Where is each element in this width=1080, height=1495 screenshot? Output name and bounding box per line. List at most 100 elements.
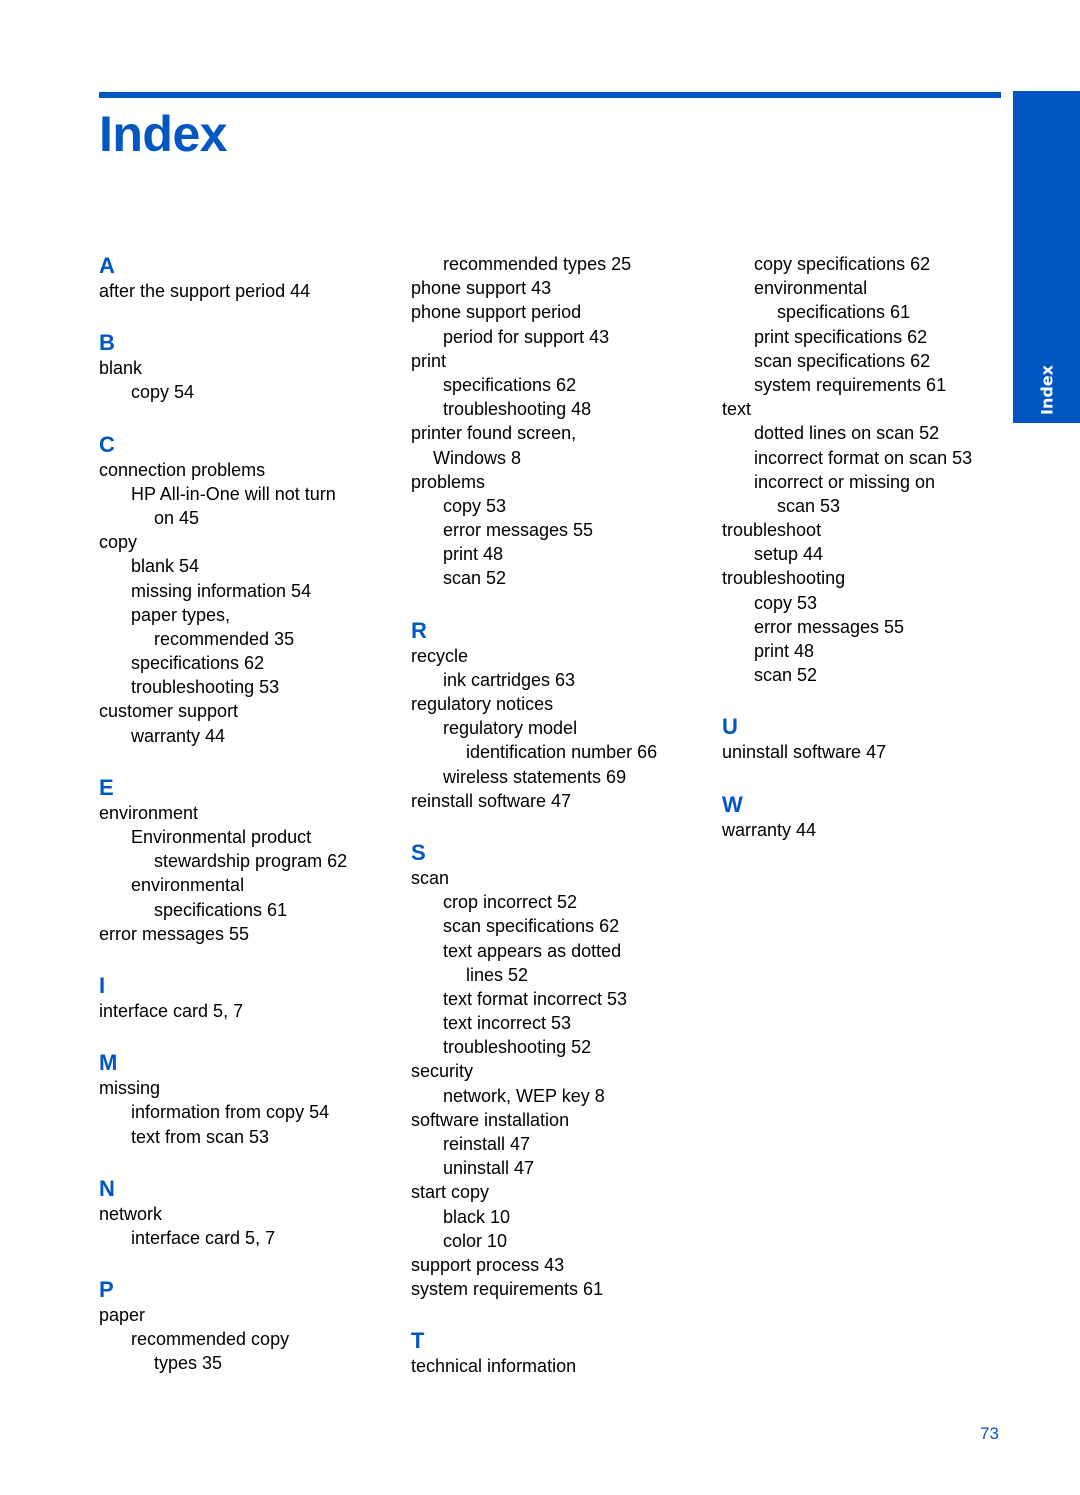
- index-entry[interactable]: phone support period: [411, 300, 711, 324]
- index-subentry[interactable]: specifications 61: [722, 300, 1022, 324]
- index-entry[interactable]: after the support period 44: [99, 279, 399, 303]
- section-letter: U: [722, 714, 738, 740]
- index-entry[interactable]: connection problems: [99, 458, 399, 482]
- index-subentry[interactable]: text format incorrect 53: [411, 987, 711, 1011]
- index-entry[interactable]: interface card 5, 7: [99, 999, 399, 1023]
- index-subentry[interactable]: Environmental product: [99, 825, 399, 849]
- index-entry[interactable]: troubleshoot: [722, 518, 1022, 542]
- index-subentry[interactable]: error messages 55: [411, 518, 711, 542]
- section-letter: B: [99, 330, 115, 356]
- index-subentry[interactable]: scan specifications 62: [411, 914, 711, 938]
- index-subentry[interactable]: information from copy 54: [99, 1100, 399, 1124]
- index-subentry[interactable]: warranty 44: [99, 724, 399, 748]
- index-subentry[interactable]: crop incorrect 52: [411, 890, 711, 914]
- section-letter: M: [99, 1050, 118, 1076]
- index-subentry[interactable]: paper types,: [99, 603, 399, 627]
- index-subentry[interactable]: network, WEP key 8: [411, 1084, 711, 1108]
- index-entry[interactable]: software installation: [411, 1108, 711, 1132]
- index-subentry[interactable]: blank 54: [99, 554, 399, 578]
- index-subentry[interactable]: uninstall 47: [411, 1156, 711, 1180]
- section-letter: T: [411, 1328, 425, 1354]
- index-subentry[interactable]: copy specifications 62: [722, 252, 1022, 276]
- index-subentry[interactable]: troubleshooting 52: [411, 1035, 711, 1059]
- section-letter: P: [99, 1277, 114, 1303]
- index-subentry[interactable]: copy 53: [722, 591, 1022, 615]
- index-subentry[interactable]: text appears as dotted: [411, 939, 711, 963]
- index-subentry[interactable]: troubleshooting 53: [99, 675, 399, 699]
- index-subentry[interactable]: dotted lines on scan 52: [722, 421, 1022, 445]
- index-subentry[interactable]: interface card 5, 7: [99, 1226, 399, 1250]
- index-entry[interactable]: system requirements 61: [411, 1277, 711, 1301]
- index-subentry[interactable]: system requirements 61: [722, 373, 1022, 397]
- index-subentry[interactable]: scan 52: [411, 566, 711, 590]
- index-entry[interactable]: copy: [99, 530, 399, 554]
- index-subentry[interactable]: lines 52: [411, 963, 711, 987]
- index-subentry[interactable]: setup 44: [722, 542, 1022, 566]
- index-entry[interactable]: technical information: [411, 1354, 711, 1378]
- index-entry[interactable]: missing: [99, 1076, 399, 1100]
- index-subentry[interactable]: wireless statements 69: [411, 765, 711, 789]
- index-subentry[interactable]: ink cartridges 63: [411, 668, 711, 692]
- index-entry[interactable]: reinstall software 47: [411, 789, 711, 813]
- index-subentry[interactable]: scan 52: [722, 663, 1022, 687]
- index-entry[interactable]: phone support 43: [411, 276, 711, 300]
- index-entry[interactable]: print: [411, 349, 711, 373]
- index-subentry[interactable]: print specifications 62: [722, 325, 1022, 349]
- index-subentry[interactable]: identification number 66: [411, 740, 711, 764]
- index-subentry[interactable]: text incorrect 53: [411, 1011, 711, 1035]
- index-subentry[interactable]: color 10: [411, 1229, 711, 1253]
- index-entry[interactable]: problems: [411, 470, 711, 494]
- index-subentry[interactable]: copy 53: [411, 494, 711, 518]
- index-subentry[interactable]: recommended copy: [99, 1327, 399, 1351]
- index-subentry[interactable]: recommended types 25: [411, 252, 711, 276]
- index-subentry[interactable]: print 48: [722, 639, 1022, 663]
- index-subentry[interactable]: copy 54: [99, 380, 399, 404]
- index-subentry[interactable]: print 48: [411, 542, 711, 566]
- index-subentry[interactable]: specifications 61: [99, 898, 399, 922]
- index-entry[interactable]: paper: [99, 1303, 399, 1327]
- index-subentry[interactable]: incorrect or missing on: [722, 470, 1022, 494]
- index-entry[interactable]: start copy: [411, 1180, 711, 1204]
- index-entry[interactable]: blank: [99, 356, 399, 380]
- index-subentry[interactable]: error messages 55: [722, 615, 1022, 639]
- index-entry[interactable]: environment: [99, 801, 399, 825]
- index-subentry[interactable]: on 45: [99, 506, 399, 530]
- index-subentry[interactable]: HP All-in-One will not turn: [99, 482, 399, 506]
- index-entry[interactable]: scan: [411, 866, 711, 890]
- index-entry[interactable]: text: [722, 397, 1022, 421]
- index-subentry[interactable]: incorrect format on scan 53: [722, 446, 1022, 470]
- index-entry[interactable]: troubleshooting: [722, 566, 1022, 590]
- index-subentry[interactable]: Windows 8: [411, 446, 711, 470]
- index-entry[interactable]: regulatory notices: [411, 692, 711, 716]
- index-subentry[interactable]: period for support 43: [411, 325, 711, 349]
- index-entry[interactable]: recycle: [411, 644, 711, 668]
- index-entry[interactable]: support process 43: [411, 1253, 711, 1277]
- index-subentry[interactable]: stewardship program 62: [99, 849, 399, 873]
- index-subentry[interactable]: environmental: [722, 276, 1022, 300]
- index-entry[interactable]: network: [99, 1202, 399, 1226]
- index-subentry[interactable]: scan specifications 62: [722, 349, 1022, 373]
- index-subentry[interactable]: black 10: [411, 1205, 711, 1229]
- index-entry[interactable]: customer support: [99, 699, 399, 723]
- index-subentry[interactable]: environmental: [99, 873, 399, 897]
- index-subentry[interactable]: types 35: [99, 1351, 399, 1375]
- index-subentry[interactable]: specifications 62: [99, 651, 399, 675]
- index-subentry[interactable]: troubleshooting 48: [411, 397, 711, 421]
- index-subentry[interactable]: scan 53: [722, 494, 1022, 518]
- header-rule: [99, 92, 1001, 98]
- index-subentry[interactable]: missing information 54: [99, 579, 399, 603]
- section-letter: I: [99, 972, 106, 998]
- index-entry[interactable]: uninstall software 47: [722, 740, 1022, 764]
- page-number: 73: [980, 1424, 999, 1443]
- index-entry[interactable]: security: [411, 1059, 711, 1083]
- index-subentry[interactable]: specifications 62: [411, 373, 711, 397]
- index-subentry[interactable]: regulatory model: [411, 716, 711, 740]
- index-subentry[interactable]: text from scan 53: [99, 1125, 399, 1149]
- index-entry[interactable]: warranty 44: [722, 818, 1022, 842]
- index-entry[interactable]: printer found screen,: [411, 421, 711, 445]
- index-entry[interactable]: error messages 55: [99, 922, 399, 946]
- index-subentry[interactable]: recommended 35: [99, 627, 399, 651]
- index-subentry[interactable]: reinstall 47: [411, 1132, 711, 1156]
